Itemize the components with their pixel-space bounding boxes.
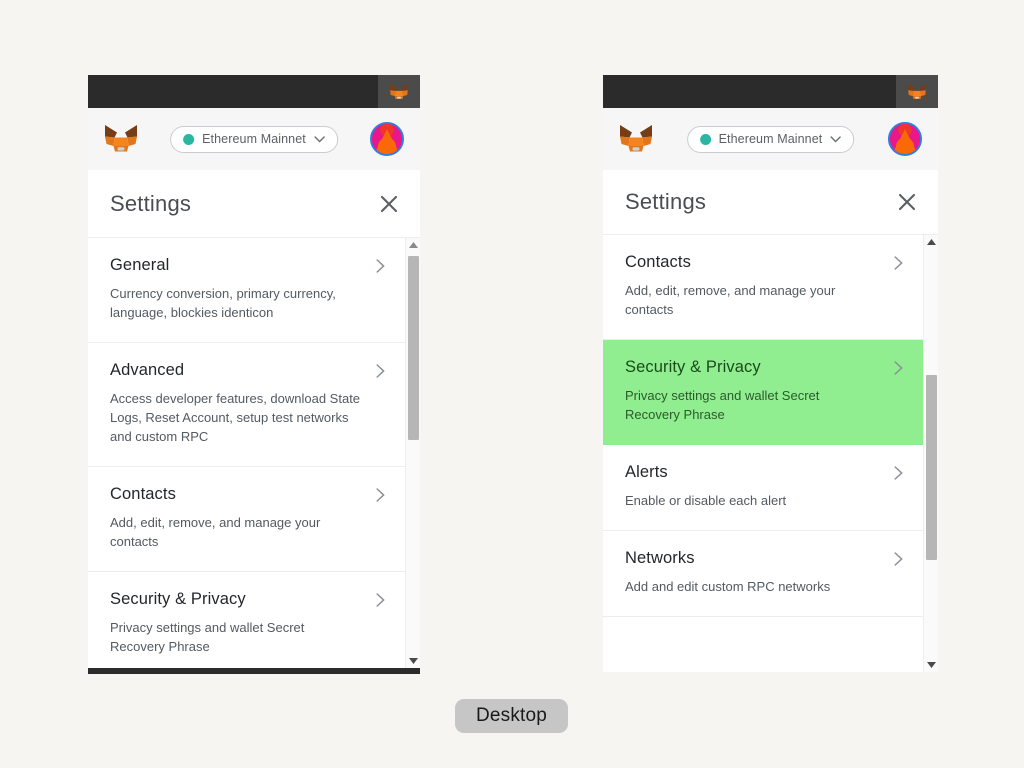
scrollbar-right[interactable] [923,235,938,672]
settings-row[interactable]: General Currency conversion, primary curr… [88,238,405,343]
browser-toolbar [603,75,938,108]
settings-list-left: General Currency conversion, primary curr… [88,238,420,668]
settings-row[interactable]: Security & Privacy Privacy settings and w… [603,340,923,445]
settings-header-bar: Settings [603,170,938,235]
scrollbar-thumb[interactable] [408,256,419,440]
scroll-up-arrow-icon[interactable] [924,235,938,249]
chevron-right-icon [894,361,903,375]
metamask-fox-logo [620,125,652,152]
settings-row-title: Security & Privacy [110,590,246,608]
scrollbar-thumb[interactable] [926,375,937,560]
settings-row-description: Privacy settings and wallet Secret Recov… [110,620,305,654]
scroll-up-arrow-icon[interactable] [406,238,420,252]
settings-row-title: Security & Privacy [625,358,761,376]
settings-row-description: Enable or disable each alert [625,493,787,508]
network-status-dot [699,133,711,145]
settings-row-description: Add and edit custom RPC networks [625,579,831,594]
settings-row-description: Currency conversion, primary currency, l… [110,286,336,320]
settings-header-bar: Settings [88,170,420,238]
settings-list-right: Contacts Add, edit, remove, and manage yo… [603,235,938,672]
app-header: Ethereum Mainnet [603,108,938,170]
metamask-window-left: Ethereum Mainnet Settings General Currenc… [88,75,420,674]
metamask-fox-icon [908,83,926,99]
chevron-right-icon [894,466,903,480]
settings-row-title: Networks [625,549,695,567]
desktop-label-chip: Desktop [455,699,568,733]
settings-row-description: Add, edit, remove, and manage your conta… [110,515,321,549]
page-title: Settings [110,190,192,216]
chevron-right-icon [376,259,385,273]
chevron-down-icon [314,135,325,142]
settings-row[interactable]: Contacts Add, edit, remove, and manage yo… [603,235,923,340]
account-avatar[interactable] [370,122,404,156]
browser-toolbar [88,75,420,108]
network-selector[interactable]: Ethereum Mainnet [686,125,855,153]
chevron-right-icon [376,593,385,607]
settings-row-title: General [110,256,170,274]
network-name-label: Ethereum Mainnet [718,132,823,146]
scroll-down-arrow-icon[interactable] [406,654,420,668]
chevron-right-icon [894,552,903,566]
settings-row-description: Add, edit, remove, and manage your conta… [625,283,836,317]
account-blockie-avatar [890,124,920,154]
settings-row[interactable]: Security & Privacy Privacy settings and w… [88,572,405,668]
close-icon[interactable] [898,193,916,211]
settings-row[interactable]: Advanced Access developer features, downl… [88,343,405,467]
network-status-dot [183,133,195,145]
network-name-label: Ethereum Mainnet [202,132,306,146]
scroll-down-arrow-icon[interactable] [924,658,938,672]
chevron-down-icon [830,135,842,142]
settings-row[interactable]: Networks Add and edit custom RPC networks [603,531,923,617]
account-avatar[interactable] [888,122,922,156]
metamask-extension-button[interactable] [378,75,420,108]
metamask-window-right: Ethereum Mainnet Settings Contacts Add, e… [603,75,938,672]
metamask-fox-icon [390,83,408,99]
window-bottom-edge [88,668,420,674]
scrollbar-left[interactable] [405,238,420,668]
settings-row-title: Contacts [110,485,176,503]
settings-row-title: Advanced [110,361,185,379]
chevron-right-icon [376,488,385,502]
settings-row-title: Alerts [625,463,668,481]
settings-row-description: Access developer features, download Stat… [110,391,361,444]
settings-row-description: Privacy settings and wallet Secret Recov… [625,388,820,422]
metamask-fox-logo [105,125,137,152]
page-title: Settings [625,189,707,214]
network-selector[interactable]: Ethereum Mainnet [170,125,338,153]
metamask-extension-button[interactable] [896,75,938,108]
settings-row-title: Contacts [625,253,691,271]
settings-row[interactable]: Alerts Enable or disable each alert [603,445,923,531]
chevron-right-icon [894,256,903,270]
settings-row[interactable]: Contacts Add, edit, remove, and manage yo… [88,467,405,572]
account-blockie-avatar [372,124,402,154]
chevron-right-icon [376,364,385,378]
app-header: Ethereum Mainnet [88,108,420,170]
close-icon[interactable] [380,195,398,213]
desktop-label: Desktop [475,705,548,726]
